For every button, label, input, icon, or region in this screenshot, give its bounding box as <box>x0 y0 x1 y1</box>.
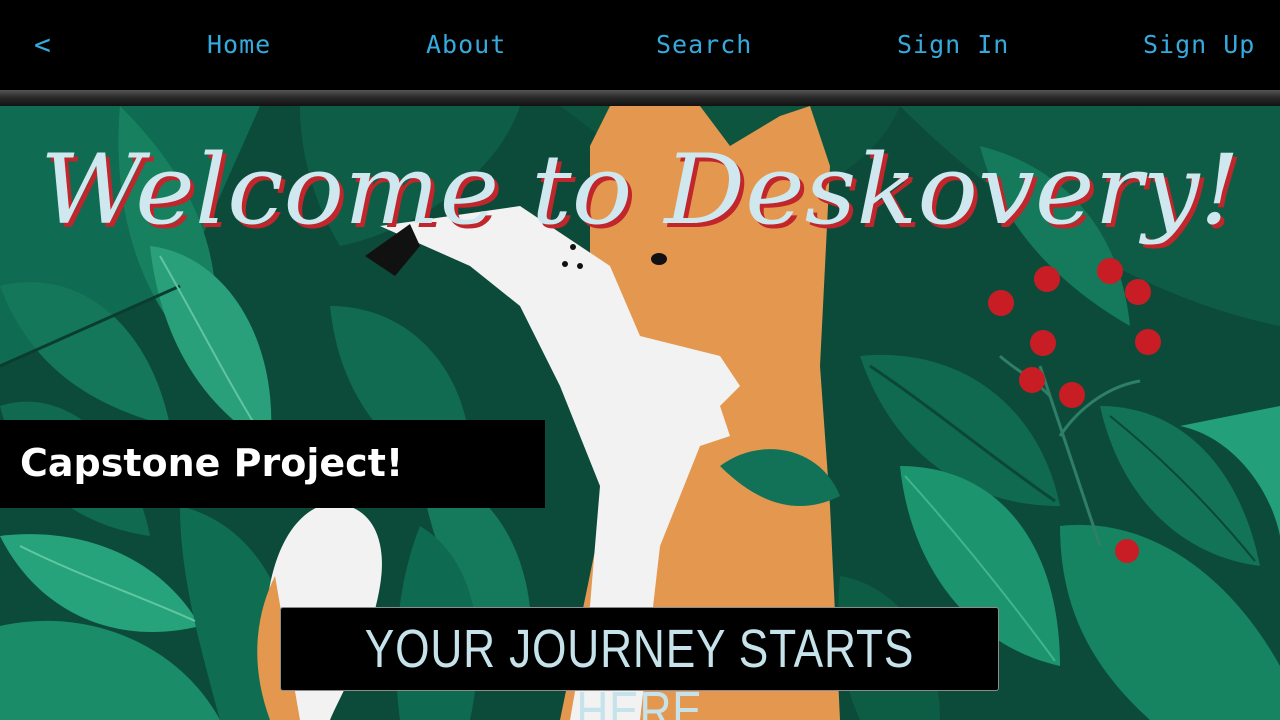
nav-about-link[interactable]: About <box>426 30 506 59</box>
top-navigation: < Home About Search Sign In Sign Up <box>0 0 1280 90</box>
nav-search-link[interactable]: Search <box>656 30 752 59</box>
journey-banner: YOUR JOURNEY STARTS HERE <box>280 607 999 720</box>
journey-banner-text: YOUR JOURNEY STARTS HERE <box>364 619 915 720</box>
nav-home-link[interactable]: Home <box>207 30 271 59</box>
capstone-badge-text: Capstone Project! <box>20 441 404 485</box>
hero-banner: Welcome to Deskovery! Welcome to Deskove… <box>0 106 1280 720</box>
welcome-title: Welcome to Deskovery! Welcome to Deskove… <box>40 134 1244 250</box>
capstone-badge: Capstone Project! <box>0 420 545 508</box>
nav-sign-in-link[interactable]: Sign In <box>897 30 1009 59</box>
nav-sign-up-link[interactable]: Sign Up <box>1143 30 1255 59</box>
welcome-title-text: Welcome to Deskovery! <box>40 134 1240 246</box>
back-link[interactable]: < <box>34 28 52 61</box>
nav-divider <box>0 90 1280 106</box>
